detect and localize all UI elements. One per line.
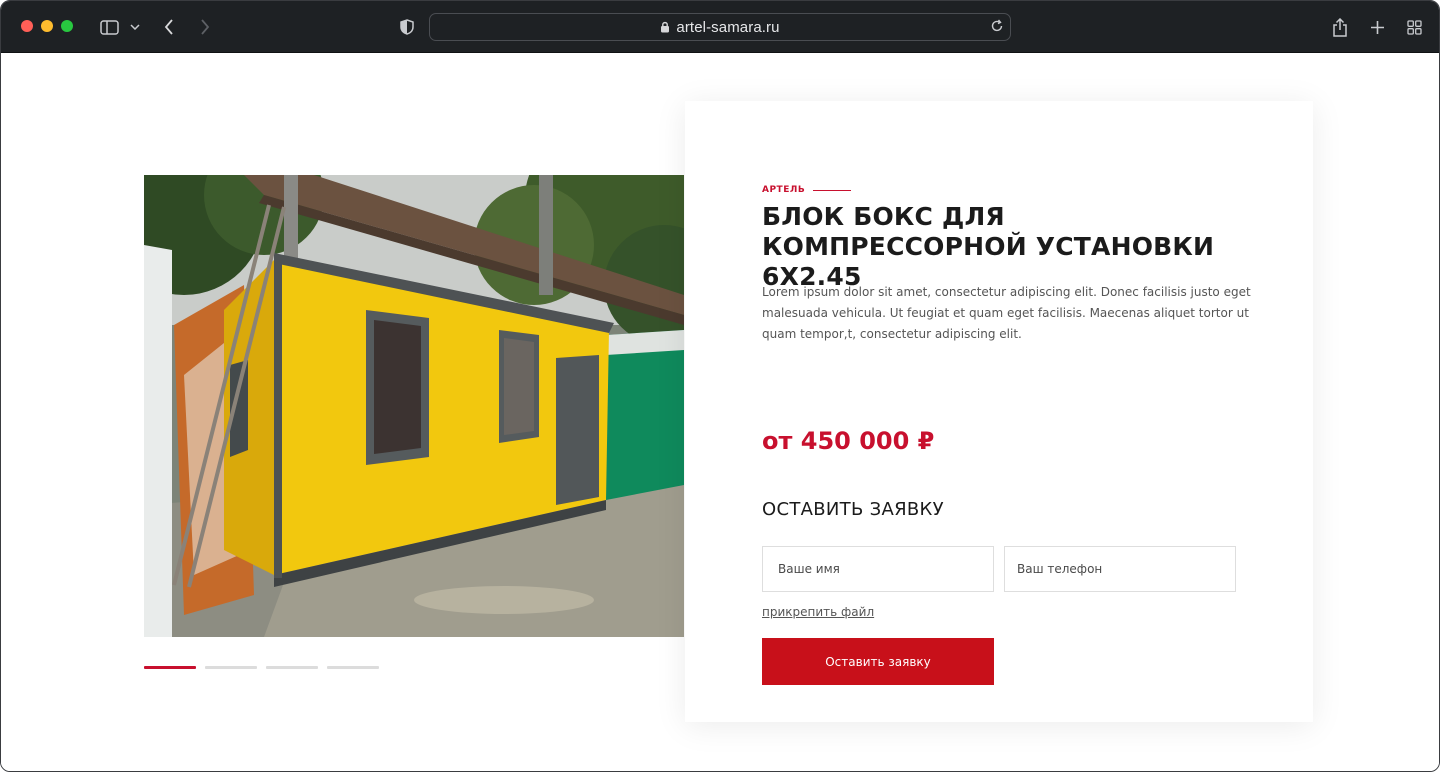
submit-request-button[interactable]: Оставить заявку xyxy=(762,638,994,685)
gallery-dot-3[interactable] xyxy=(266,666,318,669)
zoom-window-button[interactable] xyxy=(61,20,73,32)
brand-label: АРТЕЛЬ xyxy=(762,185,852,195)
browser-toolbar: artel-samara.ru xyxy=(1,1,1439,53)
product-title: БЛОК БОКС ДЛЯ КОМПРЕССОРНОЙ УСТАНОВКИ 6Х… xyxy=(762,202,1215,291)
gallery-pagination xyxy=(144,666,379,669)
product-description: Lorem ipsum dolor sit amet, consectetur … xyxy=(762,285,1251,341)
sidebar-icon[interactable] xyxy=(99,15,119,39)
shield-icon[interactable] xyxy=(399,15,415,39)
page-content: АРТЕЛЬ БЛОК БОКС ДЛЯ КОМПРЕССОРНОЙ УСТАН… xyxy=(1,53,1439,771)
phone-input[interactable] xyxy=(1004,546,1236,592)
gallery-dot-1[interactable] xyxy=(144,666,196,669)
tabs-grid-icon[interactable] xyxy=(1405,15,1423,39)
product-photo[interactable] xyxy=(144,175,684,637)
brand-divider xyxy=(813,189,852,191)
minimize-window-button[interactable] xyxy=(41,20,53,32)
address-bar[interactable]: artel-samara.ru xyxy=(429,13,1011,41)
plus-icon[interactable] xyxy=(1368,15,1386,39)
gallery-dot-4[interactable] xyxy=(327,666,379,669)
browser-window: artel-samara.ru АРТЕЛЬ БЛОК БОКС ДЛЯ КОМ… xyxy=(0,0,1440,772)
back-icon[interactable] xyxy=(161,15,177,39)
share-icon[interactable] xyxy=(1331,15,1349,39)
attach-file-link[interactable]: прикрепить файл xyxy=(762,605,874,619)
name-input[interactable] xyxy=(762,546,994,592)
product-card: АРТЕЛЬ БЛОК БОКС ДЛЯ КОМПРЕССОРНОЙ УСТАН… xyxy=(685,101,1313,722)
gallery-dot-2[interactable] xyxy=(205,666,257,669)
reload-icon[interactable] xyxy=(990,19,1004,33)
url-text: artel-samara.ru xyxy=(676,18,780,36)
brand-name: АРТЕЛЬ xyxy=(762,185,806,195)
chevron-down-icon[interactable] xyxy=(129,15,141,39)
lock-icon xyxy=(660,21,670,33)
close-window-button[interactable] xyxy=(21,20,33,32)
product-price: от 450 000 ₽ xyxy=(762,427,935,455)
request-form-title: ОСТАВИТЬ ЗАЯВКУ xyxy=(762,499,944,520)
forward-icon[interactable] xyxy=(197,15,213,39)
